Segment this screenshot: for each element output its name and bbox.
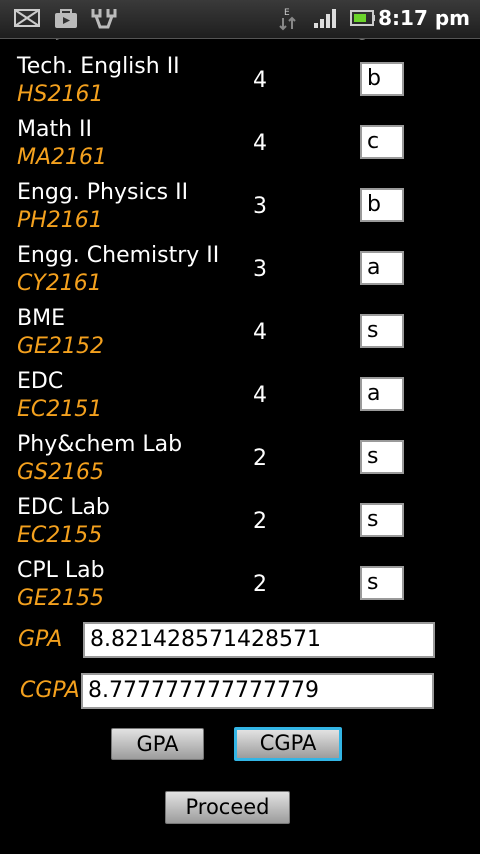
grade-input[interactable]: s [360, 314, 404, 348]
grade-input[interactable]: s [360, 566, 404, 600]
cgpa-field[interactable]: 8.777777777777779 [81, 673, 434, 709]
subject-name: BME [17, 306, 65, 331]
subject-credits: 2 [253, 509, 267, 534]
subject-row: Math II MA2161 4 c [0, 117, 480, 180]
grade-input[interactable]: s [360, 503, 404, 537]
grade-input[interactable]: c [360, 125, 404, 159]
subject-credits: 2 [253, 572, 267, 597]
subject-name: Tech. English II [17, 54, 180, 79]
data-transfer-icon: E [278, 7, 298, 31]
cgpa-button[interactable]: CGPA [234, 727, 342, 761]
subject-code: HS2161 [17, 82, 104, 107]
battery-icon [350, 7, 376, 29]
subject-row: BME GE2152 4 s [0, 306, 480, 369]
subject-credits: 4 [253, 131, 267, 156]
subject-name: Phy&chem Lab [17, 432, 183, 457]
subject-code: EC2151 [17, 397, 103, 422]
subject-row: Tech. English II HS2161 4 b [0, 54, 480, 117]
subject-credits: 2 [253, 446, 267, 471]
subject-credits: 4 [253, 320, 267, 345]
shopping-bag-icon [53, 7, 79, 29]
cgpa-label: CGPA [20, 678, 80, 703]
subject-row: Engg. Chemistry II CY2161 3 a [0, 243, 480, 306]
subject-row: Phy&chem Lab GS2165 2 s [0, 432, 480, 495]
usb-debug-icon [90, 7, 117, 29]
subject-code: EC2155 [17, 523, 103, 548]
subject-code: CY2161 [17, 271, 102, 296]
subject-code: GE2155 [17, 586, 104, 611]
subject-credits: 3 [253, 257, 267, 282]
proceed-button[interactable]: Proceed [165, 791, 290, 824]
subject-name: CPL Lab [17, 558, 105, 583]
subject-credits: 4 [253, 68, 267, 93]
clock: 8:17 pm [378, 6, 470, 30]
calculator-screen: subjects credits grades Tech. English II… [0, 0, 480, 854]
gpa-label: GPA [18, 627, 63, 652]
subject-name: EDC [17, 369, 64, 394]
subject-credits: 4 [253, 383, 267, 408]
subject-code: MA2161 [17, 145, 108, 170]
grade-input[interactable]: a [360, 377, 404, 411]
gpa-field[interactable]: 8.821428571428571 [83, 622, 435, 658]
subject-name: Engg. Chemistry II [17, 243, 220, 268]
subject-row: EDC EC2151 4 a [0, 369, 480, 432]
subject-row: CPL Lab GE2155 2 s [0, 558, 480, 621]
subject-code: PH2161 [17, 208, 103, 233]
grade-input[interactable]: s [360, 440, 404, 474]
subject-name: Math II [17, 117, 93, 142]
subject-row: Engg. Physics II PH2161 3 b [0, 180, 480, 243]
status-bar: E 8:17 pm [0, 0, 480, 39]
subject-row: EDC Lab EC2155 2 s [0, 495, 480, 558]
subject-name: Engg. Physics II [17, 180, 189, 205]
subject-name: EDC Lab [17, 495, 110, 520]
svg-text:E: E [284, 8, 290, 18]
grade-input[interactable]: b [360, 188, 404, 222]
grade-input[interactable]: a [360, 251, 404, 285]
grade-input[interactable]: b [360, 62, 404, 96]
signal-strength-icon [312, 7, 338, 29]
subject-code: GS2165 [17, 460, 105, 485]
gpa-button[interactable]: GPA [111, 728, 204, 760]
subject-credits: 3 [253, 194, 267, 219]
mail-notification-icon [14, 7, 40, 29]
subject-code: GE2152 [17, 334, 104, 359]
